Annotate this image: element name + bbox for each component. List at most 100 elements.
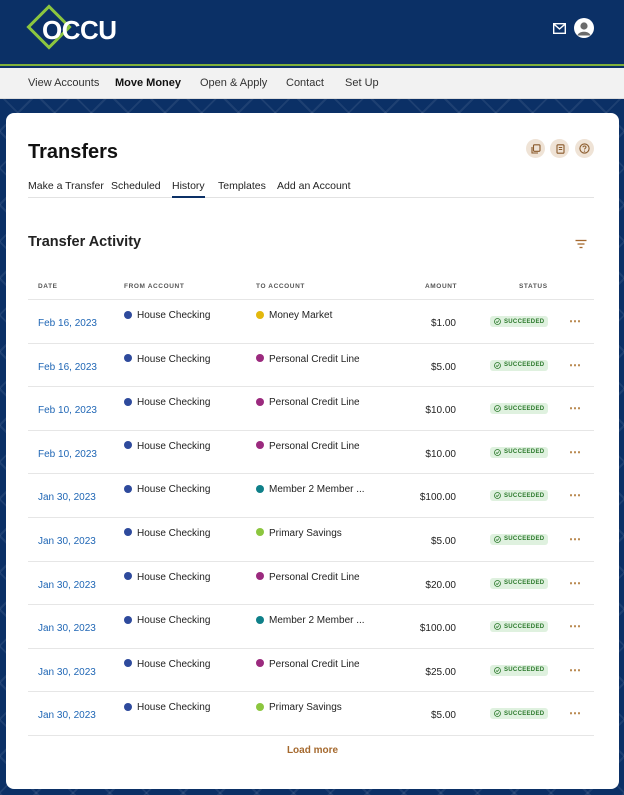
- transfer-date-link[interactable]: Feb 10, 2023: [38, 449, 97, 460]
- to-account-label: Member 2 Member ...: [269, 484, 365, 496]
- account-color-dot-icon: [256, 572, 264, 581]
- section-title: Transfer Activity: [28, 234, 142, 250]
- table-row[interactable]: Jan 30, 2023 House Checking Personal Credi…: [28, 649, 594, 693]
- nav-item-set-up[interactable]: Set Up: [345, 77, 379, 89]
- status-label: SUCCEEDED: [504, 580, 545, 587]
- from-account-label: House Checking: [137, 440, 211, 452]
- transfer-amount: $5.00: [430, 535, 456, 547]
- help-icon: [579, 143, 590, 154]
- status-badge: SUCCEEDED: [490, 621, 549, 633]
- status-label: SUCCEEDED: [504, 623, 545, 630]
- transfer-date-link[interactable]: Feb 16, 2023: [38, 318, 97, 329]
- tab-templates[interactable]: Templates: [218, 180, 266, 192]
- to-account: Member 2 Member ...: [256, 615, 365, 626]
- status-label: SUCCEEDED: [504, 536, 545, 543]
- more-horizontal-icon[interactable]: ⋯: [569, 358, 581, 372]
- status-badge: SUCCEEDED: [490, 577, 549, 589]
- occu-logo[interactable]: OCCU: [26, 4, 117, 51]
- check-circle-icon: [494, 492, 501, 500]
- transfer-date-link[interactable]: Jan 30, 2023: [38, 580, 96, 591]
- check-circle-icon: [494, 536, 501, 543]
- to-account-label: Member 2 Member ...: [269, 615, 365, 627]
- user-avatar-icon[interactable]: [574, 18, 594, 38]
- copy-button[interactable]: [526, 139, 545, 158]
- more-horizontal-icon[interactable]: ⋯: [569, 576, 581, 590]
- status-badge: SUCCEEDED: [490, 446, 549, 458]
- transfer-date-link[interactable]: Jan 30, 2023: [38, 667, 96, 678]
- from-account: House Checking: [124, 310, 210, 321]
- table-row[interactable]: Jan 30, 2023 House Checking Member 2 Membe…: [28, 474, 594, 518]
- transfer-amount: $25.00: [425, 666, 456, 678]
- account-color-dot-icon: [256, 310, 264, 319]
- tab-history[interactable]: History: [172, 180, 205, 198]
- to-account-label: Primary Savings: [269, 527, 342, 539]
- table-row[interactable]: Feb 10, 2023 House Checking Personal Credi…: [28, 431, 594, 475]
- account-color-dot-icon: [124, 484, 132, 493]
- help-button[interactable]: [575, 139, 594, 158]
- print-button[interactable]: [550, 139, 569, 158]
- account-color-dot-icon: [124, 354, 132, 363]
- transfer-date-link[interactable]: Feb 10, 2023: [38, 405, 97, 416]
- main-nav: View Accounts Move Money Open & Apply Co…: [0, 68, 624, 99]
- from-account-label: House Checking: [137, 571, 211, 583]
- check-circle-icon: [494, 710, 501, 718]
- status-badge: SUCCEEDED: [490, 533, 549, 545]
- from-account: House Checking: [124, 397, 210, 408]
- table-row[interactable]: Jan 30, 2023 House Checking Primary Saving…: [28, 518, 594, 562]
- tab-make-a-transfer[interactable]: Make a Transfer: [28, 180, 104, 192]
- to-account: Member 2 Member ...: [256, 484, 365, 495]
- transfer-amount: $10.00: [425, 448, 456, 460]
- nav-item-open-apply[interactable]: Open & Apply: [200, 77, 267, 89]
- status-label: SUCCEEDED: [504, 405, 545, 412]
- table-row[interactable]: Jan 30, 2023 House Checking Member 2 Membe…: [28, 605, 594, 649]
- more-horizontal-icon[interactable]: ⋯: [569, 706, 581, 720]
- account-color-dot-icon: [256, 702, 264, 711]
- status-label: SUCCEEDED: [504, 667, 545, 674]
- nav-item-move-money[interactable]: Move Money: [115, 77, 181, 89]
- from-account: House Checking: [124, 615, 210, 626]
- transfer-amount: $1.00: [430, 318, 456, 329]
- load-more-button[interactable]: Load more: [6, 745, 619, 756]
- status-label: SUCCEEDED: [504, 492, 545, 499]
- more-horizontal-icon[interactable]: ⋯: [569, 314, 581, 328]
- nav-item-view-accounts[interactable]: View Accounts: [28, 77, 99, 89]
- more-horizontal-icon[interactable]: ⋯: [569, 619, 581, 633]
- table-row[interactable]: Feb 10, 2023 House Checking Personal Credi…: [28, 387, 594, 431]
- transfer-date-link[interactable]: Jan 30, 2023: [38, 492, 96, 503]
- transfer-date-link[interactable]: Feb 16, 2023: [38, 362, 97, 373]
- status-badge: SUCCEEDED: [490, 708, 549, 720]
- nav-item-contact[interactable]: Contact: [286, 77, 324, 89]
- to-account: Personal Credit Line: [256, 397, 360, 408]
- more-horizontal-icon[interactable]: ⋯: [569, 663, 581, 677]
- table-row[interactable]: Feb 16, 2023 House Checking Money Market $1…: [28, 300, 594, 344]
- more-horizontal-icon[interactable]: ⋯: [569, 532, 581, 546]
- account-color-dot-icon: [124, 572, 132, 581]
- from-account-label: House Checking: [137, 615, 211, 627]
- from-account: House Checking: [124, 528, 210, 539]
- transfer-date-link[interactable]: Jan 30, 2023: [38, 710, 96, 721]
- more-horizontal-icon[interactable]: ⋯: [569, 488, 581, 502]
- transfer-tabs: Make a Transfer Scheduled History Templa…: [28, 171, 594, 198]
- more-horizontal-icon[interactable]: ⋯: [569, 445, 581, 459]
- table-row[interactable]: Jan 30, 2023 House Checking Personal Credi…: [28, 562, 594, 606]
- table-row[interactable]: Feb 16, 2023 House Checking Personal Credi…: [28, 344, 594, 388]
- account-color-dot-icon: [256, 659, 264, 668]
- table-body: Feb 16, 2023 House Checking Money Market $1…: [28, 300, 594, 736]
- transfer-date-link[interactable]: Jan 30, 2023: [38, 623, 96, 634]
- to-account-label: Personal Credit Line: [269, 571, 360, 583]
- column-header-from-account: FROM ACCOUNT: [124, 283, 185, 290]
- tab-add-an-account[interactable]: Add an Account: [277, 180, 351, 192]
- more-horizontal-icon[interactable]: ⋯: [569, 401, 581, 415]
- tab-scheduled[interactable]: Scheduled: [111, 180, 161, 192]
- from-account: House Checking: [124, 659, 210, 670]
- transfer-amount: $100.00: [419, 623, 456, 635]
- transfer-activity-table: DATE FROM ACCOUNT TO ACCOUNT AMOUNT STAT…: [28, 273, 594, 736]
- table-row[interactable]: Jan 30, 2023 House Checking Primary Saving…: [28, 692, 594, 736]
- top-header: OCCU: [0, 0, 624, 66]
- mail-icon[interactable]: [553, 23, 566, 34]
- transfer-date-link[interactable]: Jan 30, 2023: [38, 536, 96, 547]
- transfer-amount: $5.00: [430, 710, 456, 722]
- filter-icon[interactable]: [575, 239, 587, 249]
- account-color-dot-icon: [256, 354, 264, 363]
- column-header-status: STATUS: [519, 283, 548, 290]
